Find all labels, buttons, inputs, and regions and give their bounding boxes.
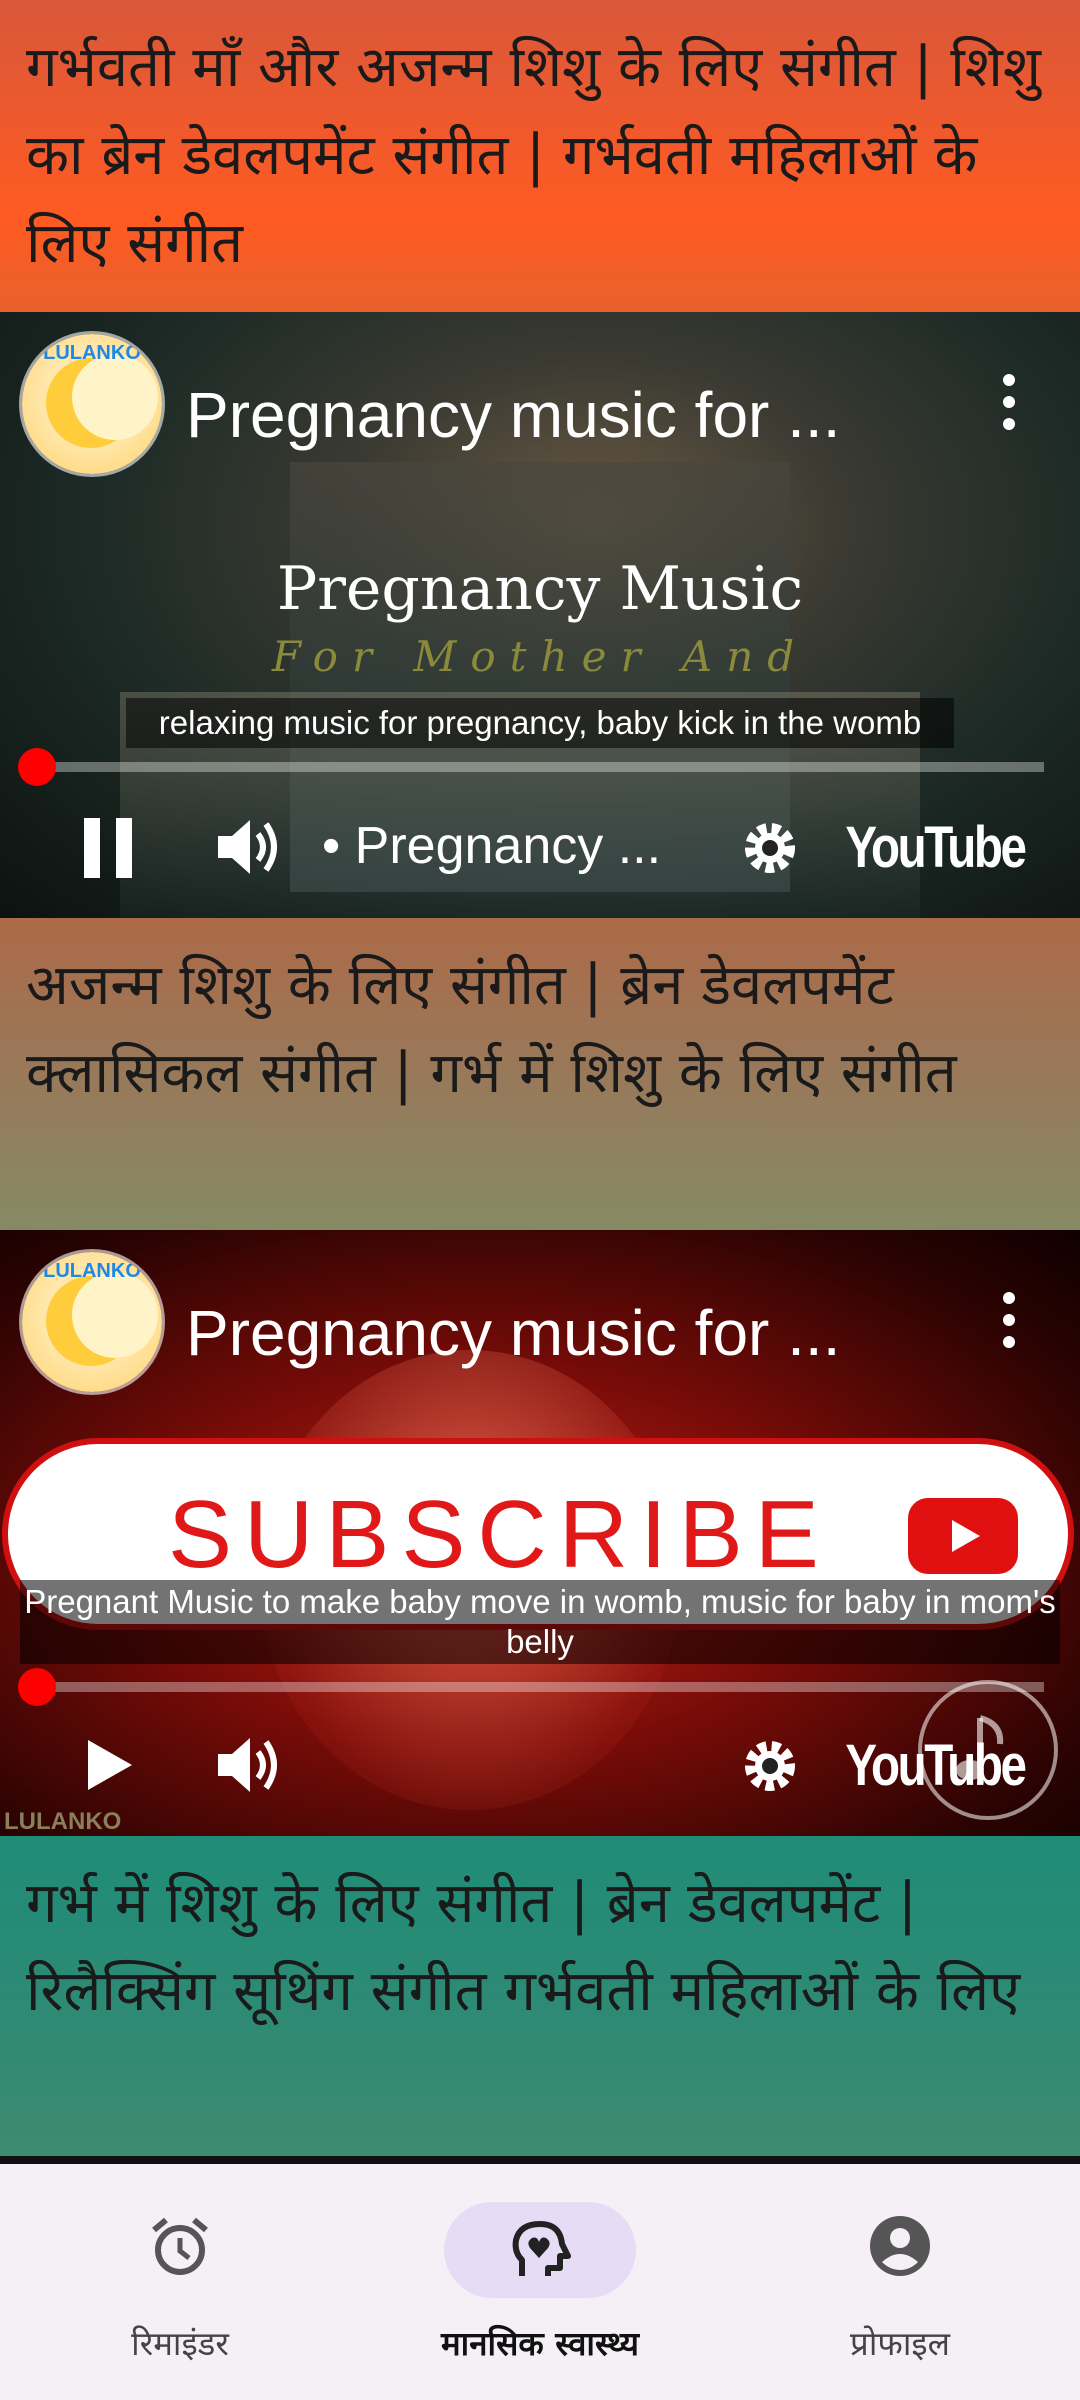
alarm-clock-icon bbox=[148, 2214, 212, 2282]
nav-label-profile: प्रोफाइल bbox=[850, 2324, 950, 2363]
subscribe-text: SUBSCRIBE bbox=[168, 1481, 831, 1588]
settings-gear-icon[interactable] bbox=[740, 818, 800, 882]
more-options-icon[interactable] bbox=[994, 1292, 1024, 1352]
channel-logo-text: LULANKO bbox=[43, 1260, 141, 1282]
volume-icon[interactable] bbox=[214, 814, 284, 884]
play-button[interactable] bbox=[86, 1738, 134, 1796]
overlay-title-1: Pregnancy Music bbox=[276, 554, 804, 624]
channel-avatar-1[interactable]: LULANKO bbox=[22, 334, 162, 474]
section-title-3[interactable]: गर्भ में शिशु के लिए संगीत | ब्रेन डेवलप… bbox=[0, 1836, 1080, 2156]
pause-button[interactable] bbox=[84, 818, 134, 878]
section-title-2[interactable]: अजन्म शिशु के लिए संगीत | ब्रेन डेवलपमें… bbox=[0, 918, 1080, 1230]
more-options-icon[interactable] bbox=[994, 374, 1024, 434]
progress-bar-2[interactable] bbox=[18, 1668, 1044, 1706]
mental-health-icon bbox=[508, 2218, 572, 2286]
progress-handle-1[interactable] bbox=[18, 748, 56, 786]
video-player-1[interactable]: LULANKO Pregnancy music for ... Pregnanc… bbox=[0, 312, 1080, 918]
progress-bar-1[interactable] bbox=[18, 748, 1044, 786]
bottom-navigation: रिमाइंडर मानसिक स्वास्थ्य प्रोफाइल bbox=[0, 2156, 1080, 2400]
youtube-play-badge-icon bbox=[908, 1498, 1018, 1574]
video-player-2[interactable]: LULANKO Pregnancy music for ... SUBSCRIB… bbox=[0, 1230, 1080, 1836]
nav-item-profile[interactable]: प्रोफाइल bbox=[720, 2164, 1080, 2400]
channel-watermark: LULANKO bbox=[4, 1808, 122, 1835]
nav-item-mental-health[interactable]: मानसिक स्वास्थ्य bbox=[360, 2164, 720, 2400]
settings-gear-icon[interactable] bbox=[740, 1736, 800, 1800]
channel-logo-text: LULANKO bbox=[43, 342, 141, 364]
section-title-text-3: गर्भ में शिशु के लिए संगीत | ब्रेन डेवलप… bbox=[26, 1871, 1021, 2024]
volume-icon[interactable] bbox=[214, 1732, 284, 1802]
nav-item-reminder[interactable]: रिमाइंडर bbox=[0, 2164, 360, 2400]
video-caption-2: Pregnant Music to make baby move in womb… bbox=[20, 1580, 1060, 1664]
nav-label-reminder: रिमाइंडर bbox=[131, 2324, 229, 2363]
overlay-subtitle-1: For Mother And bbox=[271, 632, 809, 681]
chapter-label[interactable]: • Pregnancy ... bbox=[322, 816, 661, 876]
section-title-text-2: अजन्म शिशु के लिए संगीत | ब्रेन डेवलपमें… bbox=[26, 953, 957, 1106]
video-caption-1: relaxing music for pregnancy, baby kick … bbox=[126, 698, 954, 748]
progress-handle-2[interactable] bbox=[18, 1668, 56, 1706]
video-title-1[interactable]: Pregnancy music for ... bbox=[186, 378, 840, 452]
channel-avatar-2[interactable]: LULANKO bbox=[22, 1252, 162, 1392]
music-note-icon bbox=[918, 1680, 1058, 1820]
section-title-text-1: गर्भवती माँ और अजन्म शिशु के लिए संगीत |… bbox=[26, 35, 1041, 276]
nav-label-mental-health: मानसिक स्वास्थ्य bbox=[440, 2324, 640, 2363]
section-title-1[interactable]: गर्भवती माँ और अजन्म शिशु के लिए संगीत |… bbox=[0, 0, 1080, 312]
video-title-2[interactable]: Pregnancy music for ... bbox=[186, 1296, 840, 1370]
youtube-logo[interactable]: YouTube bbox=[845, 814, 1027, 881]
account-circle-icon bbox=[868, 2214, 932, 2282]
